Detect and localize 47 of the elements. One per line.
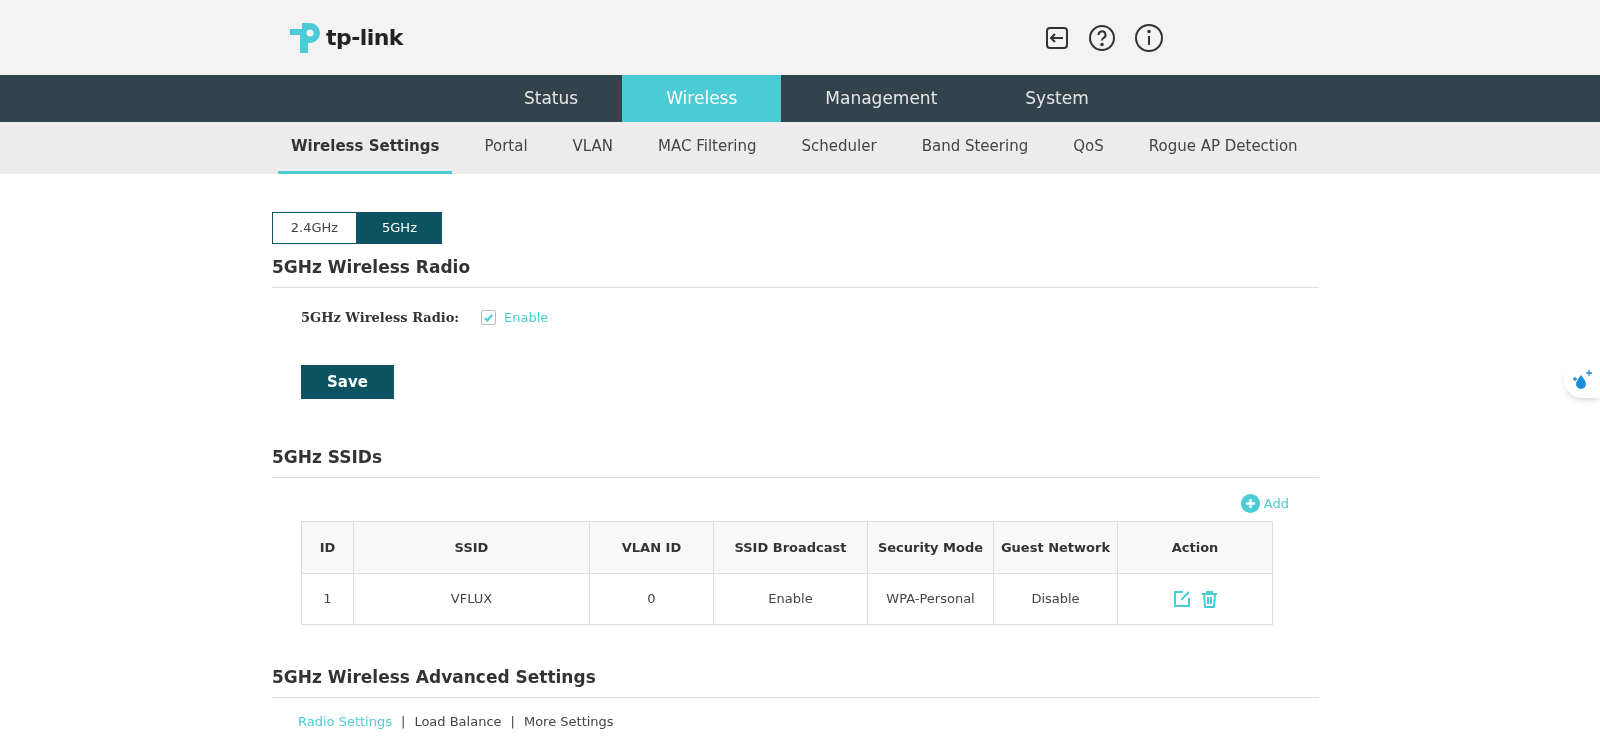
logout-icon[interactable] (1044, 24, 1070, 51)
table-cell: WPA-Personal (867, 573, 994, 625)
sub-nav-tab[interactable]: MAC Filtering (645, 122, 770, 174)
field-label: 5GHz Wireless Radio: (301, 308, 461, 327)
sub-nav-tab[interactable]: QoS (1060, 122, 1117, 174)
band-tab[interactable]: 5GHz (357, 212, 442, 244)
nav-tab[interactable]: Management (781, 75, 982, 122)
table-cell: VFLUX (353, 573, 590, 625)
column-header: SSID Broadcast (713, 521, 868, 574)
nav-tab[interactable]: Status (480, 75, 623, 122)
save-button[interactable]: Save (301, 365, 394, 399)
link-separator: | (510, 712, 515, 731)
table-cell: 0 (589, 573, 714, 625)
column-header: SSID (353, 521, 590, 574)
column-header: Action (1117, 521, 1273, 574)
checkbox[interactable] (481, 309, 496, 325)
nav-tab[interactable]: System (981, 75, 1133, 122)
sub-nav-tab[interactable]: Rogue AP Detection (1135, 122, 1311, 174)
trash-icon[interactable] (1200, 590, 1218, 608)
section-title: 5GHz Wireless Advanced Settings (272, 665, 1319, 698)
settings-link[interactable]: More Settings (523, 711, 614, 731)
plus-icon (1240, 493, 1260, 513)
section-title: 5GHz Wireless Radio (272, 255, 1319, 288)
link-separator: | (401, 712, 406, 731)
sub-nav-tab[interactable]: VLAN (559, 122, 627, 174)
sub-nav-tab[interactable]: Wireless Settings (278, 122, 453, 174)
checkbox-label: Enable (504, 308, 549, 327)
table-cell: 1 (301, 573, 354, 625)
table-cell: Disable (993, 573, 1118, 625)
logo-icon (288, 20, 322, 55)
sub-nav-tab[interactable]: Portal (471, 122, 541, 174)
info-icon[interactable] (1134, 22, 1164, 53)
column-header: Guest Network (993, 521, 1118, 574)
sub-nav-tab[interactable]: Scheduler (788, 122, 890, 174)
logo-text: tp-link (326, 24, 403, 52)
column-header: ID (301, 521, 354, 574)
table-cell: Enable (713, 573, 868, 625)
band-tab[interactable]: 2.4GHz (272, 212, 357, 244)
water-drop-icon (1571, 369, 1593, 391)
column-header: Security Mode (867, 521, 994, 574)
column-header: VLAN ID (589, 521, 714, 574)
settings-link[interactable]: Load Balance (414, 711, 502, 731)
edit-icon[interactable] (1172, 590, 1191, 608)
sub-nav-tab[interactable]: Band Steering (908, 122, 1042, 174)
section-title: 5GHz SSIDs (272, 445, 1319, 478)
floating-widget[interactable] (1564, 362, 1600, 398)
help-icon[interactable] (1088, 23, 1116, 52)
